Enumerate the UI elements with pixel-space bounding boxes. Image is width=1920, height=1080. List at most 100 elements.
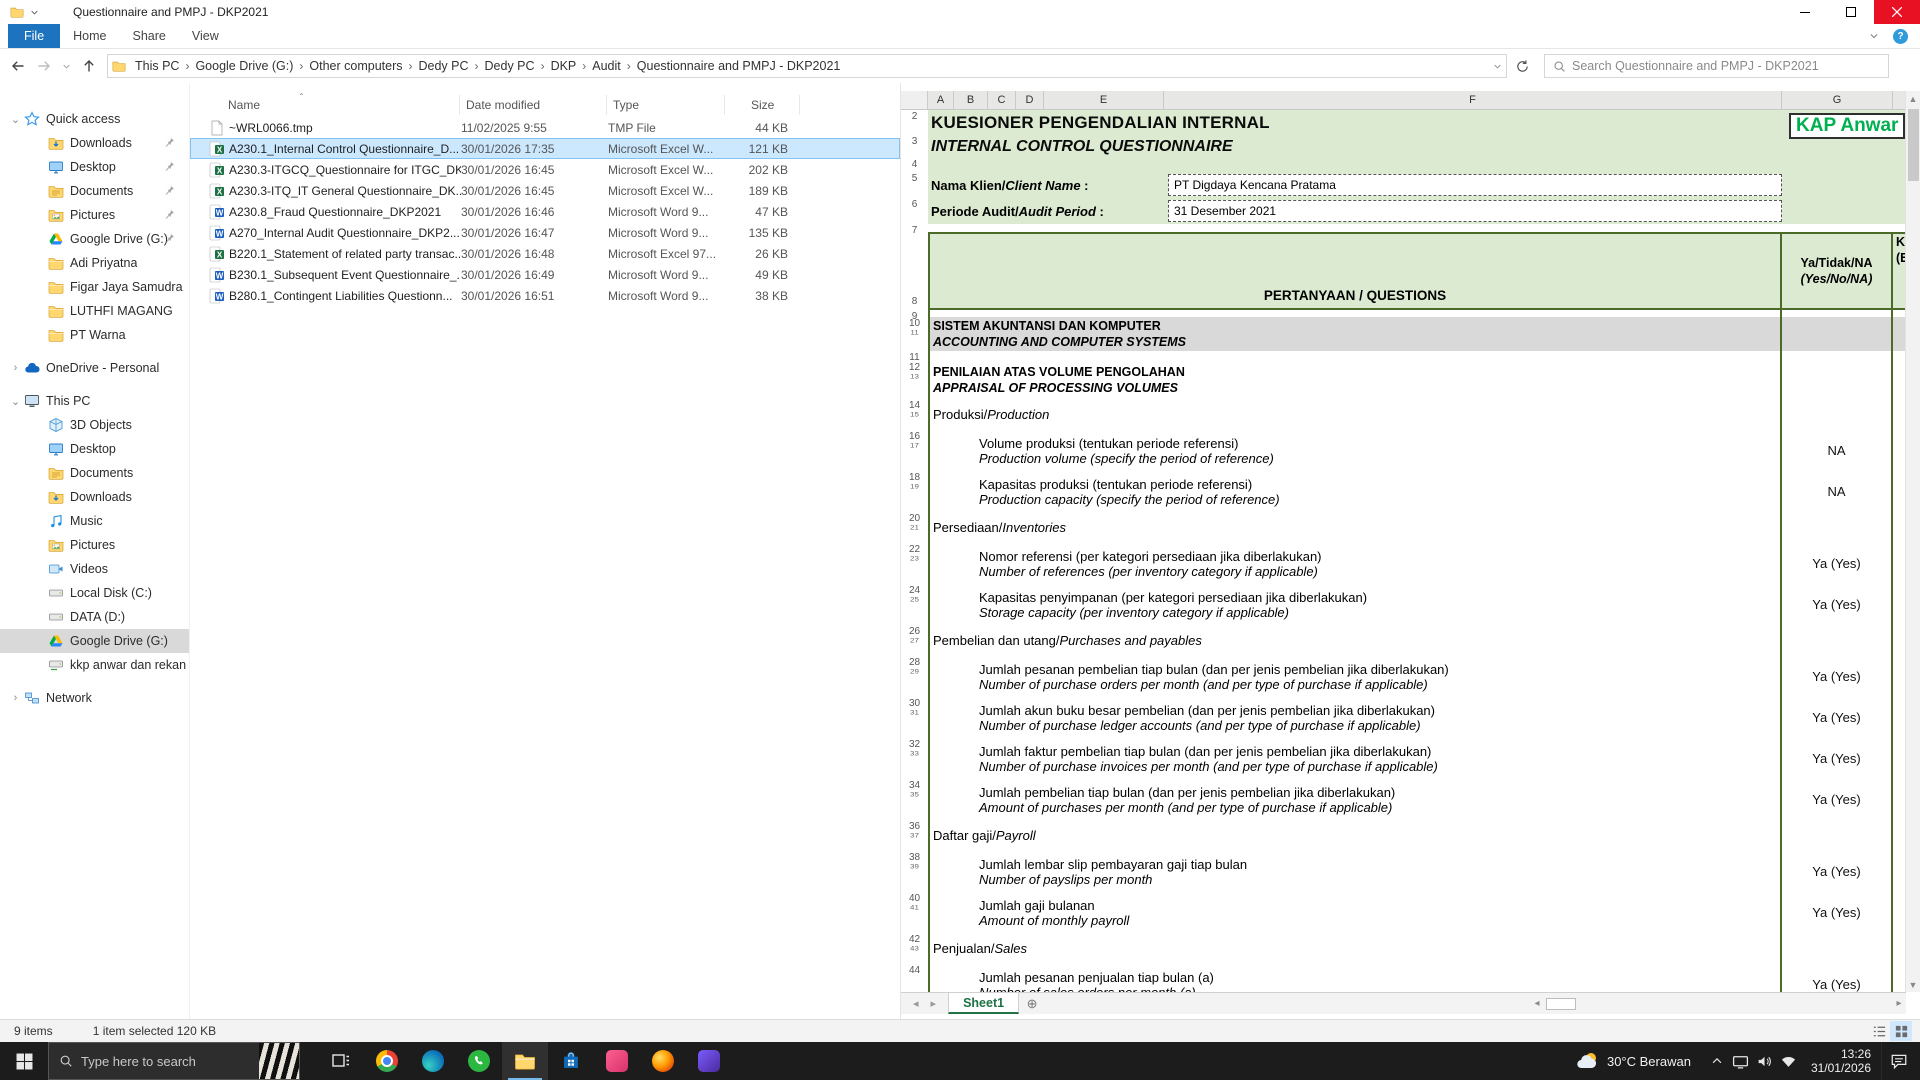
address-box[interactable]: This PC›Google Drive (G:)›Other computer…: [107, 54, 1507, 78]
breadcrumb-item-questionnaire-and-pmpj-dkp2021[interactable]: Questionnaire and PMPJ - DKP2021: [632, 57, 846, 75]
row-number-38[interactable]: 3839: [901, 851, 928, 892]
edge-icon[interactable]: [410, 1042, 456, 1080]
sidebar-item-this-pc[interactable]: ⌄This PC: [0, 389, 189, 413]
address-dropdown-caret-icon[interactable]: [1493, 62, 1502, 71]
sidebar-item-documents[interactable]: Documents: [0, 179, 189, 203]
column-header-e[interactable]: E: [1044, 91, 1164, 109]
add-sheet-icon[interactable]: ⊕: [1019, 993, 1045, 1014]
column-header-b[interactable]: B: [954, 91, 988, 109]
pink-app-icon[interactable]: [594, 1042, 640, 1080]
explorer-search-input[interactable]: [1572, 59, 1880, 73]
menu-home[interactable]: Home: [60, 24, 119, 48]
row-number-34[interactable]: 3435: [901, 779, 928, 820]
sidebar-item-adi-priyatna[interactable]: Adi Priyatna: [0, 251, 189, 275]
file-row-b230-1-subsequent-event-questionnaire[interactable]: WB230.1_Subsequent Event Questionnaire_.…: [190, 264, 900, 285]
hscroll-right-icon[interactable]: ▸: [1892, 998, 1906, 1009]
sheet-nav-left-icon[interactable]: ◂: [913, 997, 919, 1010]
column-header-a[interactable]: A: [928, 91, 954, 109]
whatsapp-icon[interactable]: [456, 1042, 502, 1080]
refresh-icon[interactable]: [1515, 59, 1530, 74]
column-header-type[interactable]: Type: [607, 95, 725, 115]
chevron-right-icon[interactable]: ›: [8, 362, 23, 374]
row-number-5[interactable]: 5: [901, 172, 928, 198]
row-number-16[interactable]: 1617: [901, 430, 928, 471]
row-number-30[interactable]: 3031: [901, 697, 928, 738]
column-header-c[interactable]: C: [988, 91, 1016, 109]
taskbar-search-box[interactable]: [48, 1042, 300, 1080]
breadcrumb-item-dkp[interactable]: DKP: [546, 57, 582, 75]
sidebar-item-downloads[interactable]: Downloads: [0, 131, 189, 155]
start-button[interactable]: [0, 1042, 48, 1080]
field-value-box[interactable]: 31 Desember 2021: [1168, 200, 1782, 222]
breadcrumb-item-dedy-pc[interactable]: Dedy PC: [414, 57, 474, 75]
sidebar-item-pt-warna[interactable]: PT Warna: [0, 323, 189, 347]
chrome-icon[interactable]: [364, 1042, 410, 1080]
sidebar-item-network[interactable]: ›Network: [0, 686, 189, 710]
row-number-7[interactable]: 7: [901, 224, 928, 232]
vscroll-thumb[interactable]: [1908, 109, 1919, 181]
column-header-date-modified[interactable]: Date modified: [460, 95, 607, 115]
back-icon[interactable]: [10, 58, 26, 74]
sidebar-item-local-disk-c[interactable]: Local Disk (C:): [0, 581, 189, 605]
network-icon[interactable]: [1777, 1042, 1801, 1080]
forward-icon[interactable]: [36, 58, 52, 74]
breadcrumb-item-dedy-pc[interactable]: Dedy PC: [480, 57, 540, 75]
explorer-search-box[interactable]: [1544, 54, 1889, 78]
row-number-8[interactable]: 8: [901, 232, 928, 310]
row-number-24[interactable]: 2425: [901, 584, 928, 625]
firefox-icon[interactable]: [640, 1042, 686, 1080]
sidebar-item-kkp-anwar-dan-rekan-1[interactable]: kkp anwar dan rekan (\\1: [0, 653, 189, 677]
row-number-14[interactable]: 1415: [901, 399, 928, 430]
up-icon[interactable]: [81, 58, 97, 74]
sidebar-item-data-d[interactable]: DATA (D:): [0, 605, 189, 629]
file-row-a270-internal-audit-questionnaire-dkp2[interactable]: WA270_Internal Audit Questionnaire_DKP2.…: [190, 222, 900, 243]
sidebar-item-google-drive-g[interactable]: Google Drive (G:): [0, 629, 189, 653]
chevron-down-icon[interactable]: ⌄: [8, 395, 23, 408]
sidebar-item-onedrive-personal[interactable]: ›OneDrive - Personal: [0, 356, 189, 380]
search-highlight-zebra-image[interactable]: [259, 1043, 299, 1079]
maximize-button[interactable]: [1828, 0, 1874, 24]
row-number-20[interactable]: 2021: [901, 512, 928, 543]
taskbar-clock[interactable]: 13:26 31/01/2026: [1801, 1047, 1881, 1075]
expand-ribbon-icon[interactable]: [1869, 31, 1879, 41]
row-number-42[interactable]: 4243: [901, 933, 928, 964]
quick-access-toolbar-caret-icon[interactable]: [30, 8, 39, 17]
details-view-icon[interactable]: [1868, 1021, 1890, 1041]
breadcrumb-item-google-drive-g[interactable]: Google Drive (G:): [190, 57, 298, 75]
help-icon[interactable]: ?: [1893, 29, 1908, 44]
hscroll-left-icon[interactable]: ◂: [1530, 998, 1544, 1009]
column-header-name[interactable]: Name⌃: [190, 95, 460, 115]
row-number-10[interactable]: 1011: [901, 317, 928, 351]
breadcrumb-item-this-pc[interactable]: This PC: [130, 57, 184, 75]
column-header-size[interactable]: Size: [725, 95, 800, 115]
minimize-button[interactable]: [1782, 0, 1828, 24]
column-header-d[interactable]: D: [1016, 91, 1044, 109]
sidebar-item-music[interactable]: Music: [0, 509, 189, 533]
row-number-2[interactable]: 2: [901, 110, 928, 135]
sidebar-item-videos[interactable]: Videos: [0, 557, 189, 581]
recent-locations-caret-icon[interactable]: [62, 62, 71, 71]
task-view-icon[interactable]: [318, 1042, 364, 1080]
row-number-32[interactable]: 3233: [901, 738, 928, 779]
field-value-box[interactable]: PT Digdaya Kencana Pratama: [1168, 174, 1782, 196]
column-header-g[interactable]: G: [1782, 91, 1893, 109]
breadcrumb-item-audit[interactable]: Audit: [587, 57, 626, 75]
sidebar-item-documents[interactable]: Documents: [0, 461, 189, 485]
chevron-right-icon[interactable]: ›: [8, 692, 23, 704]
taskbar-search-input[interactable]: [81, 1054, 231, 1069]
row-number-3[interactable]: 3: [901, 135, 928, 158]
microsoft-store-icon[interactable]: [548, 1042, 594, 1080]
sidebar-item-downloads[interactable]: Downloads: [0, 485, 189, 509]
purple-app-icon[interactable]: [686, 1042, 732, 1080]
menu-view[interactable]: View: [179, 24, 232, 48]
row-number-40[interactable]: 4041: [901, 892, 928, 933]
chevron-down-icon[interactable]: ⌄: [8, 113, 23, 126]
row-number-22[interactable]: 2223: [901, 543, 928, 584]
sidebar-item-figar-jaya-samudra[interactable]: Figar Jaya Samudra: [0, 275, 189, 299]
sidebar-item-luthfi-magang[interactable]: LUTHFI MAGANG: [0, 299, 189, 323]
row-number-26[interactable]: 2627: [901, 625, 928, 656]
sheet-nav-right-icon[interactable]: ▸: [931, 997, 937, 1010]
file-row-wrl0066-tmp[interactable]: ~WRL0066.tmp11/02/2025 9:55TMP File44 KB: [190, 117, 900, 138]
sidebar-item-google-drive-g[interactable]: Google Drive (G:): [0, 227, 189, 251]
menu-file[interactable]: File: [8, 24, 60, 48]
